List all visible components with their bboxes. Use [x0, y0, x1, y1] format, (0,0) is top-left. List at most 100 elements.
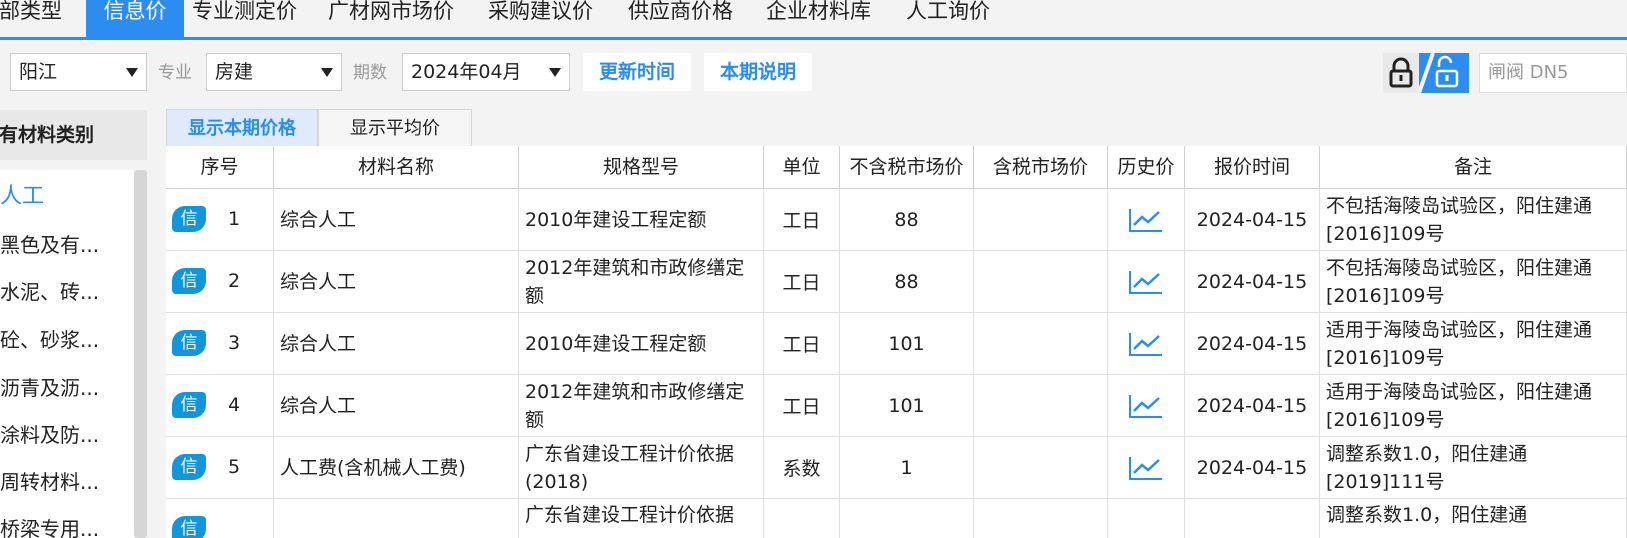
header-price-inc-tax: 含税市场价	[974, 146, 1108, 189]
info-badge: 信	[172, 330, 206, 356]
row-index: 2	[228, 270, 241, 292]
history-cell	[1108, 499, 1185, 538]
price-ex-tax-cell: 88	[840, 189, 974, 250]
price-inc-tax-cell	[974, 251, 1108, 312]
lock-button[interactable]	[1383, 53, 1419, 93]
material-name-cell: 综合人工	[274, 313, 519, 374]
price-table: 序号 材料名称 规格型号 单位 不含税市场价 含税市场价 历史价 报价时间 备注…	[166, 146, 1627, 538]
material-search-placeholder: 闸阀 DN5	[1488, 62, 1569, 83]
spec-cell: 2010年建设工程定额	[519, 189, 764, 250]
history-cell	[1108, 313, 1185, 374]
tab-labor-inquiry[interactable]: 人工询价	[906, 0, 990, 37]
quote-date-cell: 2024-04-15	[1185, 189, 1320, 250]
tab-info-price[interactable]: 信息价	[86, 0, 184, 37]
category-panel: 所有材料类别 人工 黑色及有... 水泥、砖... 砼、砂浆... 沥青及沥..…	[0, 110, 147, 538]
tab-average-price[interactable]: 显示平均价	[318, 109, 472, 146]
header-price-ex-tax: 不含税市场价	[840, 146, 974, 189]
update-time-button[interactable]: 更新时间	[583, 53, 691, 91]
spec-cell: 2012年建筑和市政修缮定额	[519, 375, 764, 436]
note-cell: 调整系数1.0，阳住建通[2019]111号	[1320, 437, 1627, 498]
category-scrollbar[interactable]	[134, 170, 147, 538]
table-row[interactable]: 信 2 综合人工 2012年建筑和市政修缮定额 工日 88 2024-04-15…	[166, 251, 1627, 313]
quote-date-cell: 2024-04-15	[1185, 313, 1320, 374]
row-index: 3	[228, 332, 241, 354]
major-select[interactable]: 房建	[206, 53, 342, 91]
material-name-cell: 综合人工	[274, 251, 519, 312]
price-inc-tax-cell	[974, 499, 1108, 538]
table-row[interactable]: 信 1 综合人工 2010年建设工程定额 工日 88 2024-04-15 不包…	[166, 189, 1627, 251]
tab-professional-price[interactable]: 专业测定价	[192, 0, 297, 37]
unit-cell: 工日	[764, 251, 840, 312]
trend-chart-icon[interactable]	[1128, 455, 1164, 481]
unlock-button[interactable]	[1417, 52, 1469, 94]
price-inc-tax-cell	[974, 437, 1108, 498]
history-cell	[1108, 375, 1185, 436]
price-ex-tax-cell	[840, 499, 974, 538]
tab-supplier-price[interactable]: 供应商价格	[628, 0, 733, 37]
table-row[interactable]: 信 3 综合人工 2010年建设工程定额 工日 101 2024-04-15 适…	[166, 313, 1627, 375]
category-item-coating[interactable]: 涂料及防...	[0, 420, 99, 450]
major-select-value: 房建	[215, 61, 254, 83]
price-inc-tax-cell	[974, 375, 1108, 436]
unit-cell: 工日	[764, 313, 840, 374]
note-cell: 不包括海陵岛试验区，阳住建通[2016]109号	[1320, 251, 1627, 312]
material-name-cell: 综合人工	[274, 189, 519, 250]
index-cell: 信 5	[166, 437, 274, 498]
tab-purchase-suggested-price[interactable]: 采购建议价	[488, 0, 593, 37]
chevron-down-icon	[126, 68, 138, 77]
header-history: 历史价	[1108, 146, 1185, 189]
material-search-input[interactable]: 闸阀 DN5	[1479, 53, 1627, 93]
material-name-cell: 综合人工	[274, 375, 519, 436]
trend-chart-icon[interactable]	[1128, 269, 1164, 295]
index-cell: 信 1	[166, 189, 274, 250]
region-select[interactable]: 阳江	[10, 53, 147, 91]
row-index: 1	[228, 208, 241, 230]
tab-all-types[interactable]: 全部类型	[0, 0, 62, 37]
index-cell: 信 3	[166, 313, 274, 374]
price-inc-tax-cell	[974, 189, 1108, 250]
note-cell: 不包括海陵岛试验区，阳住建通[2016]109号	[1320, 189, 1627, 250]
price-ex-tax-cell: 101	[840, 375, 974, 436]
table-row[interactable]: 信 广东省建设工程计价依据 调整系数1.0，阳住建通	[166, 499, 1627, 538]
note-cell: 适用于海陵岛试验区，阳住建通[2016]109号	[1320, 375, 1627, 436]
trend-chart-icon[interactable]	[1128, 331, 1164, 357]
category-item-ferrous[interactable]: 黑色及有...	[0, 230, 99, 260]
trend-chart-icon[interactable]	[1128, 207, 1164, 233]
period-note-button[interactable]: 本期说明	[704, 53, 812, 91]
region-select-value: 阳江	[19, 61, 58, 83]
history-cell	[1108, 437, 1185, 498]
tab-enterprise-library[interactable]: 企业材料库	[766, 0, 871, 37]
header-index: 序号	[166, 146, 274, 189]
index-cell: 信	[166, 499, 274, 538]
trend-chart-icon[interactable]	[1128, 393, 1164, 419]
index-cell: 信 2	[166, 251, 274, 312]
category-item-formwork[interactable]: 周转材料...	[0, 467, 99, 497]
header-material-name: 材料名称	[274, 146, 519, 189]
info-badge: 信	[172, 392, 206, 418]
quote-date-cell: 2024-04-15	[1185, 251, 1320, 312]
note-cell: 调整系数1.0，阳住建通	[1320, 499, 1627, 538]
material-name-cell	[274, 499, 519, 538]
tab-current-price[interactable]: 显示本期价格	[166, 109, 318, 146]
header-quote-date: 报价时间	[1185, 146, 1320, 189]
category-panel-title: 所有材料类别	[0, 110, 147, 160]
category-item-labor[interactable]: 人工	[0, 182, 44, 212]
period-select[interactable]: 2024年04月	[402, 53, 570, 91]
tab-market-price[interactable]: 广材网市场价	[328, 0, 454, 37]
info-badge: 信	[172, 454, 206, 480]
row-index: 5	[228, 456, 241, 478]
category-item-bridge[interactable]: 桥梁专用...	[0, 514, 99, 538]
header-spec: 规格型号	[519, 146, 764, 189]
price-ex-tax-cell: 88	[840, 251, 974, 312]
major-label: 专业	[158, 63, 192, 83]
table-row[interactable]: 信 5 人工费(含机械人工费) 广东省建设工程计价依据(2018) 系数 1 2…	[166, 437, 1627, 499]
note-cell: 适用于海陵岛试验区，阳住建通[2016]109号	[1320, 313, 1627, 374]
quote-date-cell: 2024-04-15	[1185, 437, 1320, 498]
category-item-concrete[interactable]: 砼、砂浆...	[0, 325, 99, 355]
price-inc-tax-cell	[974, 313, 1108, 374]
row-index: 4	[228, 394, 241, 416]
table-row[interactable]: 信 4 综合人工 2012年建筑和市政修缮定额 工日 101 2024-04-1…	[166, 375, 1627, 437]
period-select-value: 2024年04月	[411, 61, 522, 83]
category-item-asphalt[interactable]: 沥青及沥...	[0, 373, 99, 403]
category-item-cement[interactable]: 水泥、砖...	[0, 277, 99, 307]
